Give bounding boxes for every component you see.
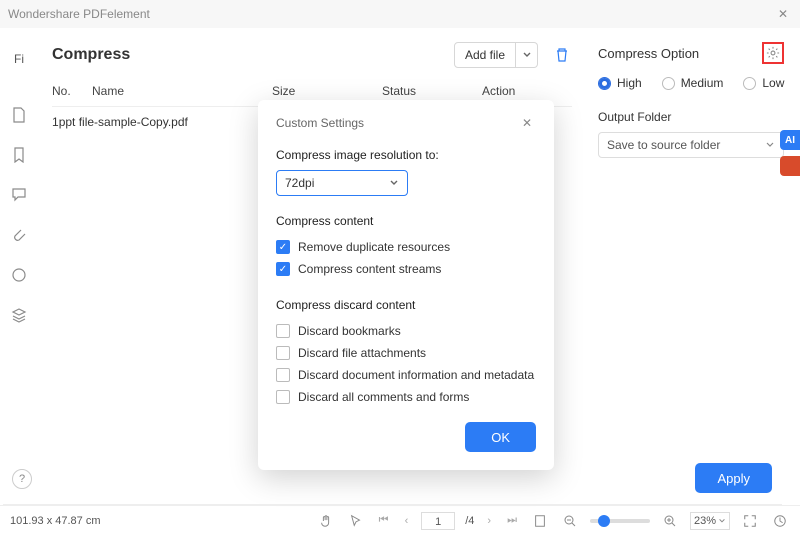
titlebar: Wondershare PDFelement ✕ bbox=[0, 0, 800, 28]
radio-low[interactable]: Low bbox=[743, 76, 784, 90]
red-sidebar-tag[interactable] bbox=[780, 156, 800, 176]
ai-sidebar-tag[interactable]: AI bbox=[780, 130, 800, 150]
left-rail: Fi bbox=[0, 28, 38, 470]
file-icon[interactable] bbox=[10, 106, 28, 124]
output-folder-select[interactable]: Save to source folder bbox=[598, 132, 784, 158]
page-title: Compress bbox=[52, 46, 130, 64]
output-folder-label: Output Folder bbox=[598, 110, 784, 124]
trash-icon[interactable] bbox=[552, 45, 572, 65]
prev-page-icon[interactable]: ‹ bbox=[402, 515, 412, 527]
custom-settings-dialog: Custom Settings ✕ Compress image resolut… bbox=[258, 100, 554, 470]
clock-icon[interactable] bbox=[770, 514, 790, 528]
radio-medium[interactable]: Medium bbox=[662, 76, 724, 90]
help-icon[interactable]: ? bbox=[12, 469, 32, 489]
ok-button[interactable]: OK bbox=[465, 422, 536, 452]
col-action: Action bbox=[482, 84, 572, 98]
col-name: Name bbox=[92, 84, 272, 98]
status-bar: 101.93 x 47.87 cm ⏮ ‹ 1 /4 › ⏭ 23% bbox=[0, 505, 800, 535]
zoom-out-icon[interactable] bbox=[560, 514, 580, 528]
zoom-in-icon[interactable] bbox=[660, 514, 680, 528]
next-page-icon[interactable]: › bbox=[484, 515, 494, 527]
view-mode-icon[interactable] bbox=[530, 514, 550, 528]
resolution-label: Compress image resolution to: bbox=[276, 148, 536, 162]
fi-label: Fi bbox=[14, 52, 24, 66]
check-remove-duplicate[interactable]: ✓Remove duplicate resources bbox=[276, 236, 536, 258]
comment-icon[interactable] bbox=[10, 186, 28, 204]
col-status: Status bbox=[382, 84, 482, 98]
zoom-slider[interactable] bbox=[590, 519, 650, 523]
compress-option-title: Compress Option bbox=[598, 46, 762, 61]
discard-group-title: Compress discard content bbox=[276, 298, 536, 312]
check-compress-streams[interactable]: ✓Compress content streams bbox=[276, 258, 536, 280]
col-no: No. bbox=[52, 84, 92, 98]
hand-tool-icon[interactable] bbox=[316, 514, 336, 528]
page-total: /4 bbox=[465, 515, 474, 527]
attachment-icon[interactable] bbox=[10, 226, 28, 244]
radio-high[interactable]: High bbox=[598, 76, 642, 90]
resolution-select[interactable]: 72dpi bbox=[276, 170, 408, 196]
layers-icon[interactable] bbox=[10, 306, 28, 324]
zoom-display[interactable]: 23% bbox=[690, 512, 730, 530]
check-discard-bookmarks[interactable]: Discard bookmarks bbox=[276, 320, 536, 342]
check-discard-attachments[interactable]: Discard file attachments bbox=[276, 342, 536, 364]
fullscreen-icon[interactable] bbox=[740, 514, 760, 528]
settings-gear-button[interactable] bbox=[762, 42, 784, 64]
dialog-close-icon[interactable]: ✕ bbox=[518, 114, 536, 132]
select-tool-icon[interactable] bbox=[346, 514, 366, 528]
check-discard-metadata[interactable]: Discard document information and metadat… bbox=[276, 364, 536, 386]
apply-button[interactable]: Apply bbox=[695, 463, 772, 493]
dialog-title: Custom Settings bbox=[276, 116, 518, 130]
page-dimensions: 101.93 x 47.87 cm bbox=[10, 515, 101, 527]
add-file-button[interactable]: Add file bbox=[454, 42, 516, 68]
page-number-input[interactable]: 1 bbox=[421, 512, 455, 530]
app-name: Wondershare PDFelement bbox=[8, 7, 150, 21]
check-discard-comments[interactable]: Discard all comments and forms bbox=[276, 386, 536, 408]
circle-icon[interactable] bbox=[10, 266, 28, 284]
last-page-icon[interactable]: ⏭ bbox=[504, 514, 520, 527]
first-page-icon[interactable]: ⏮ bbox=[376, 514, 392, 527]
add-file-dropdown[interactable] bbox=[516, 42, 538, 68]
col-size: Size bbox=[272, 84, 382, 98]
content-group-title: Compress content bbox=[276, 214, 536, 228]
close-icon[interactable]: ✕ bbox=[774, 7, 792, 21]
bookmark-icon[interactable] bbox=[10, 146, 28, 164]
